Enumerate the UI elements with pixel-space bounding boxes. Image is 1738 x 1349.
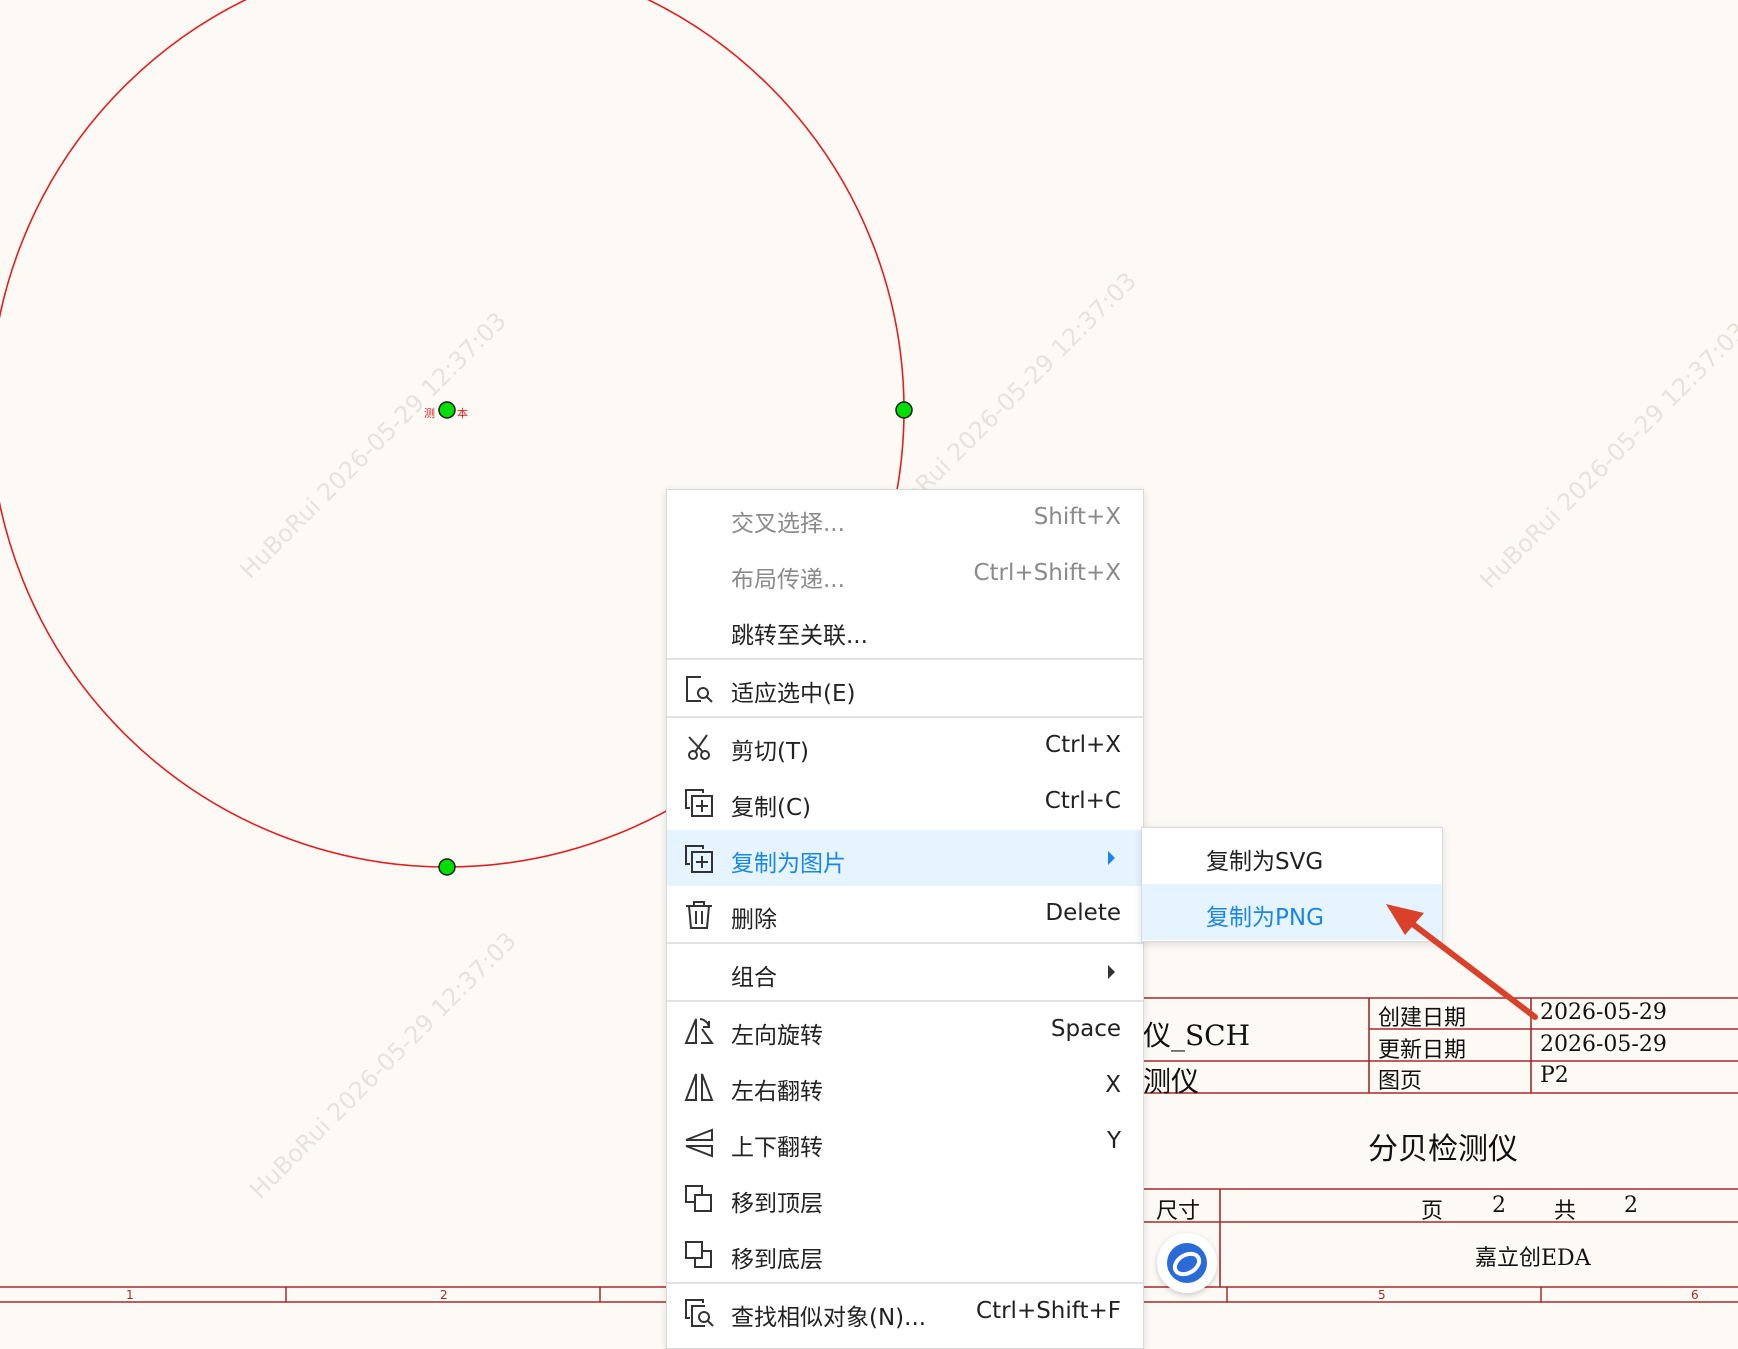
annotation-arrow-icon	[1407, 919, 1538, 1020]
annotation-arrow-layer	[1386, 904, 1538, 1020]
